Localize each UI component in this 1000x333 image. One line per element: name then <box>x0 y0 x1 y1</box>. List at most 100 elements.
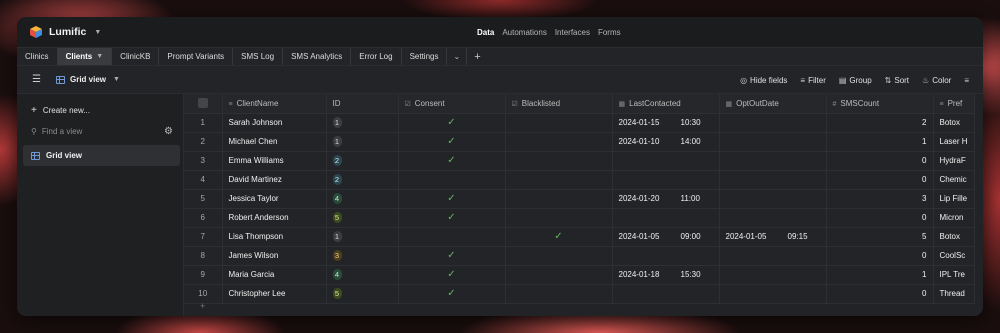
pref-cell[interactable]: HydraF <box>933 151 975 171</box>
tab-sms-log[interactable]: SMS Log <box>233 48 284 65</box>
tab-clients[interactable]: Clients ▼ <box>57 48 113 65</box>
blacklisted-cell[interactable] <box>505 208 613 228</box>
tab-sms-analytics[interactable]: SMS Analytics <box>283 48 352 65</box>
add-table-button[interactable]: + <box>467 48 487 65</box>
sort-button[interactable]: ⇅ Sort <box>885 76 909 85</box>
consent-cell[interactable]: ✓ <box>398 151 506 171</box>
consent-cell[interactable] <box>398 227 506 247</box>
consent-cell[interactable]: ✓ <box>398 265 506 285</box>
table-row[interactable]: 1 Sarah Johnson 1 ✓ 2024-01-15 10:30 2 Botox <box>184 113 975 133</box>
id-cell[interactable]: 3 <box>326 246 399 266</box>
add-record-plus-icon[interactable]: + <box>200 301 205 311</box>
last-contacted-cell[interactable]: 2024-01-20 11:00 <box>612 189 720 209</box>
tab-clinickb[interactable]: ClinicKB <box>112 48 160 65</box>
pref-cell[interactable]: Thread <box>933 284 975 304</box>
client-name-cell[interactable]: Sarah Johnson <box>222 113 327 133</box>
id-cell[interactable]: 1 <box>326 132 399 152</box>
nav-interfaces[interactable]: Interfaces <box>555 28 590 37</box>
tab-prompt-variants[interactable]: Prompt Variants <box>159 48 234 65</box>
tab-clinics[interactable]: Clinics <box>17 48 58 65</box>
id-cell[interactable]: 2 <box>326 151 399 171</box>
column-header[interactable]: ▦ LastContacted <box>612 94 720 114</box>
tab-error-log[interactable]: Error Log <box>351 48 402 65</box>
consent-cell[interactable]: ✓ <box>398 208 506 228</box>
id-cell[interactable]: 2 <box>326 170 399 190</box>
table-row[interactable]: 5 Jessica Taylor 4 ✓ 2024-01-20 11:00 3 Lip Fil… <box>184 189 975 209</box>
more-tables-button[interactable]: ⌄ <box>447 48 468 65</box>
sms-count-cell[interactable]: 1 <box>826 265 934 285</box>
sms-count-cell[interactable]: 0 <box>826 151 934 171</box>
id-cell[interactable]: 5 <box>326 208 399 228</box>
column-header[interactable]: ID <box>326 94 399 114</box>
sms-count-cell[interactable]: 2 <box>826 113 934 133</box>
table-row[interactable]: 4 David Martinez 2 0 Chemic <box>184 170 975 190</box>
blacklisted-cell[interactable] <box>505 246 613 266</box>
last-contacted-cell[interactable]: 2024-01-10 14:00 <box>612 132 720 152</box>
client-name-cell[interactable]: Jessica Taylor <box>222 189 327 209</box>
consent-cell[interactable]: ✓ <box>398 284 506 304</box>
table-row[interactable]: 10 Christopher Lee 5 ✓ 0 Thread <box>184 284 975 304</box>
menu-icon[interactable]: ☰ <box>32 74 44 85</box>
hide-fields-button[interactable]: ◎ Hide fields <box>740 76 787 85</box>
column-header[interactable]: ▦ OptOutDate <box>719 94 827 114</box>
sms-count-cell[interactable]: 0 <box>826 170 934 190</box>
pref-cell[interactable]: CoolSc <box>933 246 975 266</box>
app-switcher[interactable]: Lumific ▼ <box>29 25 101 39</box>
opt-out-date-cell[interactable]: 2024-01-05 09:15 <box>719 227 827 247</box>
last-contacted-cell[interactable] <box>612 246 720 266</box>
pref-cell[interactable]: IPL Tre <box>933 265 975 285</box>
group-button[interactable]: ▤ Group <box>839 76 872 85</box>
id-cell[interactable]: 5 <box>326 284 399 304</box>
id-cell[interactable]: 1 <box>326 113 399 133</box>
opt-out-date-cell[interactable] <box>719 132 827 152</box>
id-cell[interactable]: 1 <box>326 227 399 247</box>
blacklisted-cell[interactable] <box>505 265 613 285</box>
table-row[interactable]: 2 Michael Chen 1 ✓ 2024-01-10 14:00 1 Laser H <box>184 132 975 152</box>
table-row[interactable]: 8 James Wilson 3 ✓ 0 CoolSc <box>184 246 975 266</box>
row-height-button[interactable]: ≡ <box>964 76 969 85</box>
sms-count-cell[interactable]: 0 <box>826 208 934 228</box>
opt-out-date-cell[interactable] <box>719 170 827 190</box>
client-name-cell[interactable]: Christopher Lee <box>222 284 327 304</box>
table-row[interactable]: 6 Robert Anderson 5 ✓ 0 Micron <box>184 208 975 228</box>
consent-cell[interactable]: ✓ <box>398 189 506 209</box>
blacklisted-cell[interactable] <box>505 170 613 190</box>
sms-count-cell[interactable]: 3 <box>826 189 934 209</box>
nav-forms[interactable]: Forms <box>598 28 621 37</box>
client-name-cell[interactable]: Robert Anderson <box>222 208 327 228</box>
sms-count-cell[interactable]: 1 <box>826 132 934 152</box>
nav-automations[interactable]: Automations <box>502 28 546 37</box>
table-row[interactable]: 9 Maria Garcia 4 ✓ 2024-01-18 15:30 1 IPL Tre <box>184 265 975 285</box>
table-row[interactable]: 3 Emma Williams 2 ✓ 0 HydraF <box>184 151 975 171</box>
consent-cell[interactable]: ✓ <box>398 113 506 133</box>
opt-out-date-cell[interactable] <box>719 189 827 209</box>
blacklisted-cell[interactable] <box>505 189 613 209</box>
table-row[interactable]: 7 Lisa Thompson 1 ✓ 2024-01-05 09:00 2024-01-0… <box>184 227 975 247</box>
blacklisted-cell[interactable] <box>505 113 613 133</box>
id-cell[interactable]: 4 <box>326 265 399 285</box>
pref-cell[interactable]: Botox <box>933 227 975 247</box>
client-name-cell[interactable]: Maria Garcia <box>222 265 327 285</box>
sms-count-cell[interactable]: 0 <box>826 284 934 304</box>
last-contacted-cell[interactable]: 2024-01-15 10:30 <box>612 113 720 133</box>
consent-cell[interactable]: ✓ <box>398 132 506 152</box>
sms-count-cell[interactable]: 0 <box>826 246 934 266</box>
consent-cell[interactable]: ✓ <box>398 246 506 266</box>
consent-cell[interactable] <box>398 170 506 190</box>
settings-icon[interactable]: ⚙ <box>164 126 173 137</box>
column-header[interactable]: ≡ ClientName <box>222 94 327 114</box>
filter-button[interactable]: ≡ Filter <box>800 76 825 85</box>
pref-cell[interactable]: Micron <box>933 208 975 228</box>
client-name-cell[interactable]: David Martinez <box>222 170 327 190</box>
column-header[interactable]: ☑ Blacklisted <box>505 94 613 114</box>
column-header[interactable]: ≡ Pref <box>933 94 975 114</box>
blacklisted-cell[interactable] <box>505 284 613 304</box>
last-contacted-cell[interactable] <box>612 284 720 304</box>
opt-out-date-cell[interactable] <box>719 208 827 228</box>
create-new-button[interactable]: + Create new... <box>17 100 183 121</box>
client-name-cell[interactable]: Lisa Thompson <box>222 227 327 247</box>
select-all-checkbox[interactable] <box>184 94 223 114</box>
id-cell[interactable]: 4 <box>326 189 399 209</box>
pref-cell[interactable]: Chemic <box>933 170 975 190</box>
sms-count-cell[interactable]: 5 <box>826 227 934 247</box>
